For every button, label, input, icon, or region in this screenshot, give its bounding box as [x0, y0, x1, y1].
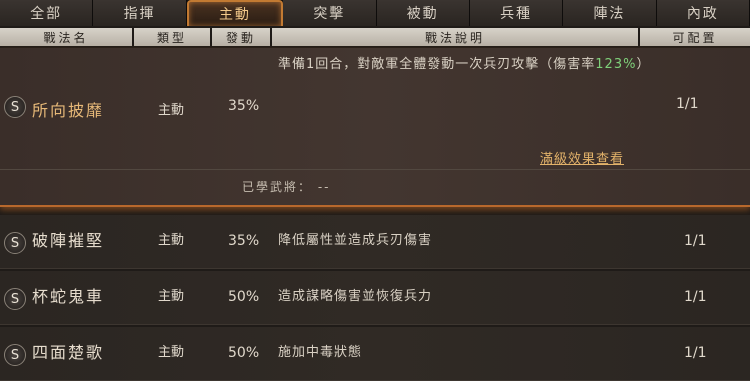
learned-value: -- [317, 180, 331, 194]
grade-s-badge: S [4, 344, 26, 366]
tab-active[interactable]: 主動 [186, 0, 284, 26]
skill-type: 主動 [158, 289, 185, 304]
trigger-rate: 35% [228, 233, 260, 249]
max-level-effect-link[interactable]: 滿級效果查看 [540, 148, 624, 167]
col-description: 戰法說明 [272, 28, 638, 46]
capacity: 1/1 [684, 233, 707, 249]
col-capacity[interactable]: 可配置 [640, 28, 750, 46]
tab-bar: 全部 指揮 主動 突擊 被動 兵種 陣法 內政 [0, 0, 750, 26]
col-skill-name[interactable]: 戰法名 [0, 28, 132, 46]
damage-rate-value: 123% [595, 57, 637, 72]
learned-label: 已學武將： [242, 180, 313, 194]
trigger-rate: 50% [228, 345, 260, 361]
description-tail: ） [636, 57, 651, 72]
skill-list: 準備1回合，對敵軍全體發動一次兵刃攻擊（傷害率123%） S 所向披靡 主動 3… [0, 48, 750, 381]
description-text: 準備1回合，對敵軍全體發動一次兵刃攻擊（傷害率 [278, 57, 596, 72]
tab-all[interactable]: 全部 [0, 0, 94, 26]
column-header: 戰法名 類型 發動 戰法說明 可配置 [0, 28, 750, 46]
skill-name: 四面楚歌 [32, 343, 105, 362]
skill-name: 破陣摧堅 [32, 231, 105, 250]
grade-s-badge: S [4, 232, 26, 254]
tab-troop-type[interactable]: 兵種 [469, 0, 564, 26]
skill-name: 杯蛇鬼車 [32, 287, 105, 306]
capacity: 1/1 [676, 96, 699, 112]
tab-assault[interactable]: 突擊 [283, 0, 377, 26]
list-item[interactable]: S 破陣摧堅 主動 35% 降低屬性並造成兵刃傷害 1/1 [0, 215, 750, 269]
trigger-rate: 50% [228, 289, 260, 305]
skill-type: 主動 [158, 345, 185, 360]
skill-type: 主動 [158, 233, 185, 248]
list-item-expanded[interactable]: 準備1回合，對敵軍全體發動一次兵刃攻擊（傷害率123%） S 所向披靡 主動 3… [0, 48, 750, 207]
tab-passive[interactable]: 被動 [376, 0, 470, 26]
skill-description: 準備1回合，對敵軍全體發動一次兵刃攻擊（傷害率123%） [278, 54, 658, 76]
skill-description: 降低屬性並造成兵刃傷害 [278, 233, 433, 248]
col-type[interactable]: 類型 [134, 28, 210, 46]
skill-type: 主動 [158, 103, 185, 118]
skill-description: 造成謀略傷害並恢復兵力 [278, 289, 433, 304]
divider [0, 169, 750, 170]
learned-generals: 已學武將： -- [242, 178, 331, 195]
capacity: 1/1 [684, 345, 707, 361]
capacity: 1/1 [684, 289, 707, 305]
grade-s-badge: S [4, 288, 26, 310]
list-item[interactable]: S 杯蛇鬼車 主動 50% 造成謀略傷害並恢復兵力 1/1 [0, 271, 750, 325]
skill-name: 所向披靡 [32, 101, 105, 120]
tab-internal-affairs[interactable]: 內政 [656, 0, 750, 26]
tab-formation[interactable]: 陣法 [563, 0, 657, 26]
col-trigger-rate[interactable]: 發動 [212, 28, 270, 46]
tab-command[interactable]: 指揮 [93, 0, 187, 26]
list-item[interactable]: S 四面楚歌 主動 50% 施加中毒狀態 1/1 [0, 327, 750, 381]
skill-description: 施加中毒狀態 [278, 345, 363, 360]
grade-s-badge: S [4, 96, 26, 118]
trigger-rate: 35% [228, 98, 260, 114]
